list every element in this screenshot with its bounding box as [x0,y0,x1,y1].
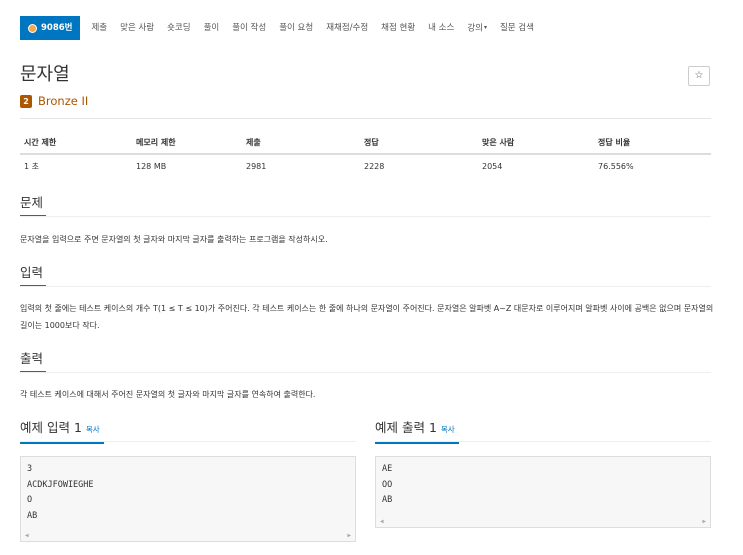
scroll-right-icon[interactable]: ▶ [702,518,706,525]
scroll-left-icon[interactable]: ◀ [380,518,384,525]
table-row: 1 초 128 MB 2981 2228 2054 76.556% [20,154,711,178]
tab-question-search[interactable]: 질문 검색 [500,16,534,40]
tier-badge-icon: 2 [20,94,32,108]
table-header-row: 시간 제한 메모리 제한 제출 정답 맞은 사람 정답 비율 [20,132,711,155]
value-accepted: 2228 [364,162,385,171]
copy-button[interactable]: 복사 [86,425,100,434]
tier-text[interactable]: Bronze II [38,94,88,108]
tab-lectures[interactable]: 강의▾ [467,16,487,41]
tier-label: 2 Bronze II [20,94,88,108]
section-divider [20,216,711,217]
star-icon: ☆ [694,70,704,81]
scroll-left-icon[interactable]: ◀ [25,532,29,539]
header-ratio: 정답 비율 [594,132,711,155]
section-divider [20,372,711,373]
input-description: 입력의 첫 줄에는 테스트 케이스의 개수 T(1 ≤ T ≤ 10)가 주어진… [20,304,714,330]
sample-line: AB [27,510,38,521]
value-solvers[interactable]: 2054 [478,154,594,178]
tab-short-coding[interactable]: 숏코딩 [167,16,190,40]
medal-icon [28,23,37,33]
horizontal-scrollbar[interactable]: ◀ ▶ [21,529,355,541]
section-heading-text: 문제 [20,195,44,210]
sample-line: OO [382,479,393,490]
star-button[interactable]: ☆ [688,66,710,86]
tab-solvers[interactable]: 맞은 사람 [120,16,154,40]
sample-line: O [27,495,33,505]
header-accepted: 정답 [360,132,478,155]
section-heading-sample-input: 예제 입력 1 복사 [20,419,104,444]
sample-input-lines: 3 ACDKJFOWIEGHE O AB [21,457,355,529]
header-submissions: 제출 [242,132,360,155]
problem-title: 문자열 [20,64,70,85]
tab-submit[interactable]: 제출 [91,16,107,40]
header-memory-limit: 메모리 제한 [132,132,242,155]
horizontal-scrollbar[interactable]: ◀ ▶ [376,515,710,527]
header-time-limit: 시간 제한 [20,132,132,155]
sample-line: ACDKJFOWIEGHE [27,479,94,490]
section-heading-sample-output: 예제 출력 1 복사 [375,419,459,444]
problem-description: 문자열을 입력으로 주면 문자열의 첫 글자와 마지막 글자를 출력하는 프로그… [20,235,328,244]
output-description: 각 테스트 케이스에 대해서 주어진 문자열의 첫 글자와 마지막 글자를 연속… [20,390,316,399]
section-heading-input: 입력 [20,264,46,287]
tab-write-solution[interactable]: 풀이 작성 [232,16,266,40]
caret-down-icon: ▾ [483,23,487,31]
section-heading-problem: 문제 [20,194,46,217]
tab-my-source[interactable]: 내 소스 [428,16,454,40]
heading-underline [375,442,459,444]
section-divider [20,286,711,287]
sample-output-box[interactable]: AE OO AB ◀ ▶ [375,456,711,528]
sample-line: AE [382,464,393,474]
section-heading-output: 출력 [20,350,46,373]
value-memory-limit: 128 MB [136,162,167,171]
value-time-limit: 1 초 [24,162,39,171]
section-divider [375,441,711,442]
section-heading-text: 예제 입력 1 [20,420,82,435]
heading-underline [20,442,104,444]
scroll-right-icon[interactable]: ▶ [347,532,351,539]
value-submissions[interactable]: 2981 [242,154,360,178]
section-heading-text: 입력 [20,265,44,280]
sample-input-box[interactable]: 3 ACDKJFOWIEGHE O AB ◀ ▶ [20,456,356,542]
section-divider [20,441,356,442]
section-heading-text: 출력 [20,351,44,366]
tab-rejudge[interactable]: 재채점/수정 [326,16,368,40]
sample-output-lines: AE OO AB [376,457,710,514]
divider [20,118,711,119]
problem-nav-tabs: 9086번 제출 맞은 사람 숏코딩 풀이 풀이 작성 풀이 요청 재채점/수정… [20,16,547,40]
header-solvers: 맞은 사람 [478,132,594,155]
sample-line: 3 [27,464,33,474]
tab-solutions[interactable]: 풀이 [204,16,220,40]
tab-request-solution[interactable]: 풀이 요청 [279,16,313,40]
tab-problem-number[interactable]: 9086번 [20,16,81,40]
section-heading-text: 예제 출력 1 [375,420,437,435]
copy-button[interactable]: 복사 [441,425,455,434]
tab-label: 9086번 [41,23,73,33]
tab-status[interactable]: 채점 현황 [381,16,415,40]
problem-info-table: 시간 제한 메모리 제한 제출 정답 맞은 사람 정답 비율 1 초 128 M… [20,132,711,178]
tab-label: 강의 [467,23,483,34]
sample-line: AB [382,495,393,505]
value-ratio: 76.556% [598,162,634,171]
